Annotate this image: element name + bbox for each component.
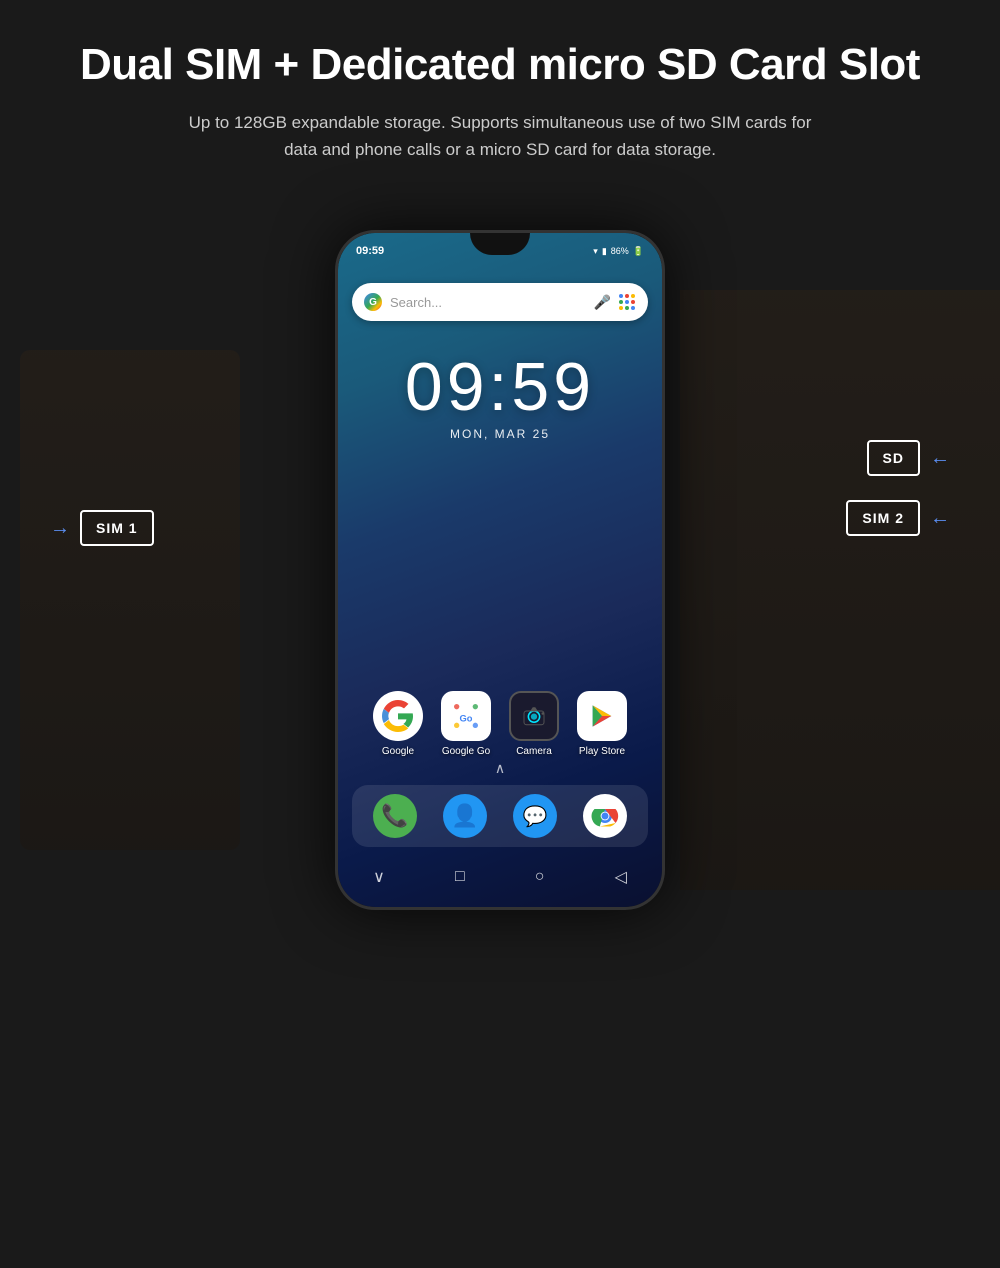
google-go-label: Google Go — [442, 746, 490, 757]
phone-screen: 09:59 ▾ ▮ 86% 🔋 G Search... 🎤 — [338, 233, 662, 907]
sim2-box: SIM 2 — [846, 500, 920, 536]
search-placeholder: Search... — [390, 295, 586, 310]
phone-wrapper: 09:59 ▾ ▮ 86% 🔋 G Search... 🎤 — [335, 230, 665, 910]
battery-icon: 🔋 — [633, 246, 644, 257]
nav-home[interactable]: ○ — [535, 868, 545, 886]
bg-person-right — [680, 290, 1000, 890]
play-store-svg — [586, 700, 618, 732]
sd-box: SD — [867, 440, 920, 476]
google-go-icon: Go — [441, 691, 491, 741]
phone-icon: 📞 — [381, 803, 408, 829]
dock: 📞 👤 💬 — [352, 785, 648, 847]
phone-outer: 09:59 ▾ ▮ 86% 🔋 G Search... 🎤 — [335, 230, 665, 910]
signal-icon: ▮ — [602, 246, 607, 257]
sim2-arrow: ← — [930, 507, 950, 530]
nav-recents[interactable]: □ — [455, 868, 465, 886]
sim1-box: SIM 1 — [80, 510, 154, 546]
app-grid: Google Go Google Go — [338, 691, 662, 757]
status-icons: ▾ ▮ 86% 🔋 — [593, 246, 644, 257]
google-logo: G — [364, 293, 382, 311]
app-google-go[interactable]: Go Google Go — [441, 691, 491, 757]
swipe-indicator: ∧ — [338, 760, 662, 777]
dock-messages[interactable]: 💬 — [513, 794, 557, 838]
clock-date: MON, MAR 25 — [338, 427, 662, 441]
sd-arrow: ← — [930, 447, 950, 470]
google-icon — [373, 691, 423, 741]
apps-icon — [619, 294, 636, 311]
nav-bar: ∨ □ ○ ◁ — [338, 857, 662, 897]
phone-clock: 09:59 MON, MAR 25 — [338, 353, 662, 441]
search-bar[interactable]: G Search... 🎤 — [352, 283, 648, 321]
sim1-arrow: → — [50, 517, 70, 540]
svg-text:Go: Go — [460, 713, 473, 723]
dock-phone[interactable]: 📞 — [373, 794, 417, 838]
app-google[interactable]: Google — [373, 691, 423, 757]
camera-icon — [509, 691, 559, 741]
contacts-icon: 👤 — [451, 803, 478, 829]
dock-chrome[interactable] — [583, 794, 627, 838]
nav-down[interactable]: ∨ — [373, 867, 385, 887]
status-time: 09:59 — [356, 245, 384, 257]
sd-label: ← SD — [867, 440, 950, 476]
sim2-label: ← SIM 2 — [846, 500, 950, 536]
play-store-label: Play Store — [579, 746, 625, 757]
nav-back[interactable]: ◁ — [615, 867, 627, 887]
messages-icon: 💬 — [523, 804, 548, 829]
battery-level: 86% — [611, 246, 629, 256]
subtitle: Up to 128GB expandable storage. Supports… — [180, 109, 820, 163]
main-title: Dual SIM + Dedicated micro SD Card Slot — [60, 40, 940, 91]
google-logo-svg — [382, 700, 414, 732]
wifi-icon: ▾ — [593, 246, 598, 257]
bg-person-left — [20, 350, 240, 850]
app-camera[interactable]: Camera — [509, 691, 559, 757]
dock-contacts[interactable]: 👤 — [443, 794, 487, 838]
play-store-icon — [577, 691, 627, 741]
sim1-label: → SIM 1 — [50, 510, 154, 546]
app-play-store[interactable]: Play Store — [577, 691, 627, 757]
camera-label: Camera — [516, 746, 552, 757]
header-section: Dual SIM + Dedicated micro SD Card Slot … — [0, 40, 1000, 163]
chrome-icon — [591, 802, 619, 830]
camera-svg — [519, 701, 549, 731]
mic-icon: 🎤 — [594, 294, 611, 311]
google-label: Google — [382, 746, 414, 757]
google-go-svg: Go — [450, 700, 482, 732]
clock-time: 09:59 — [338, 353, 662, 421]
